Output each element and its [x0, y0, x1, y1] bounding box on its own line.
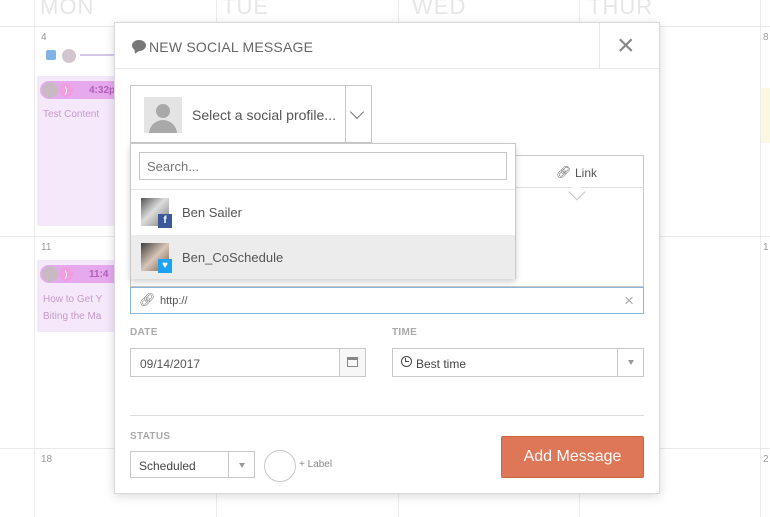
- profile-name: Ben Sailer: [182, 205, 242, 220]
- profile-name: Ben_CoSchedule: [182, 250, 284, 265]
- social-profile-select[interactable]: Select a social profile...: [130, 85, 372, 143]
- facebook-icon: f: [158, 214, 172, 228]
- calendar-icon: [347, 357, 358, 367]
- status-label: STATUS: [130, 431, 171, 442]
- time-value: Best time: [416, 357, 467, 371]
- checkbox-icon: [46, 50, 56, 60]
- status-value: Scheduled: [139, 459, 196, 473]
- time-select[interactable]: Best time: [392, 348, 644, 377]
- column-divider: [760, 0, 761, 517]
- day-header-tue: TUE: [222, 0, 269, 19]
- day-header-mon: MON: [40, 0, 95, 19]
- column-divider: [34, 0, 35, 517]
- url-field[interactable]: 🔗︎ http:// ×: [130, 287, 644, 314]
- avatar: [62, 49, 76, 63]
- profile-search-input[interactable]: [139, 152, 507, 180]
- card-title: How to Get Y: [43, 294, 103, 305]
- modal-header: NEW SOCIAL MESSAGE ×: [115, 23, 659, 69]
- day-number: 18: [41, 454, 53, 465]
- profile-option-ben-coschedule[interactable]: ♥︎ Ben_CoSchedule: [131, 235, 515, 279]
- day-number: 11: [41, 242, 52, 253]
- chevron-down-icon: [349, 104, 365, 120]
- rss-icon: ): [59, 267, 73, 281]
- clear-icon[interactable]: ×: [624, 291, 634, 311]
- default-avatar-icon: [144, 97, 182, 133]
- profile-option-ben-sailer[interactable]: f Ben Sailer: [131, 190, 515, 234]
- modal-title: NEW SOCIAL MESSAGE: [149, 39, 314, 55]
- day-number: 1: [763, 242, 769, 253]
- card-chip: ): [40, 265, 124, 283]
- date-label: DATE: [130, 327, 158, 338]
- card-time: 4:32p: [89, 85, 116, 96]
- date-value: 09/14/2017: [140, 357, 201, 371]
- url-value: http://: [160, 295, 188, 307]
- caret-down-icon: [628, 360, 634, 365]
- calendar-card[interactable]: [761, 88, 770, 143]
- strikethrough-item: [80, 54, 114, 56]
- avatar: [42, 266, 58, 282]
- tab-link[interactable]: 🔗︎ Link: [515, 156, 643, 188]
- divider: [130, 415, 644, 416]
- day-number: 4: [41, 32, 47, 43]
- close-icon: ×: [617, 29, 635, 62]
- chat-bubble-icon: [132, 40, 146, 51]
- status-select[interactable]: Scheduled: [130, 451, 255, 478]
- clock-icon: [401, 356, 412, 367]
- tab-link-label: Link: [575, 166, 598, 180]
- label-color-button[interactable]: [264, 450, 296, 482]
- card-title: Biting the Ma: [43, 311, 102, 322]
- caret-down-icon: [239, 463, 245, 468]
- time-select-toggle[interactable]: [617, 349, 643, 376]
- card-time: 11:4: [89, 269, 109, 280]
- day-number: 8: [763, 32, 769, 43]
- profile-select-toggle[interactable]: [345, 86, 371, 142]
- twitter-icon: ♥︎: [158, 259, 172, 273]
- day-number: 2: [763, 454, 769, 465]
- calendar-card[interactable]: ) 4:32p Test Content: [37, 76, 124, 226]
- add-message-button[interactable]: Add Message: [501, 436, 644, 478]
- day-header-wed: WED: [412, 0, 467, 19]
- close-button[interactable]: ×: [599, 23, 659, 69]
- link-icon: 🔗︎: [139, 292, 156, 307]
- social-profile-dropdown: f Ben Sailer ♥︎ Ben_CoSchedule: [130, 143, 516, 279]
- day-header-thur: THUR: [588, 0, 654, 19]
- date-field[interactable]: 09/14/2017: [130, 348, 366, 377]
- calendar-card[interactable]: ) 11:4 How to Get Y Biting the Ma: [37, 260, 124, 332]
- date-picker-button[interactable]: [339, 349, 365, 376]
- status-select-toggle[interactable]: [228, 452, 254, 477]
- card-title: Test Content: [43, 109, 100, 120]
- link-icon: 🔗︎: [556, 165, 572, 179]
- profile-select-placeholder: Select a social profile...: [192, 107, 336, 123]
- time-label: TIME: [392, 327, 418, 338]
- rss-icon: ): [59, 83, 73, 97]
- avatar: [42, 82, 58, 98]
- add-label-link[interactable]: + Label: [299, 459, 332, 470]
